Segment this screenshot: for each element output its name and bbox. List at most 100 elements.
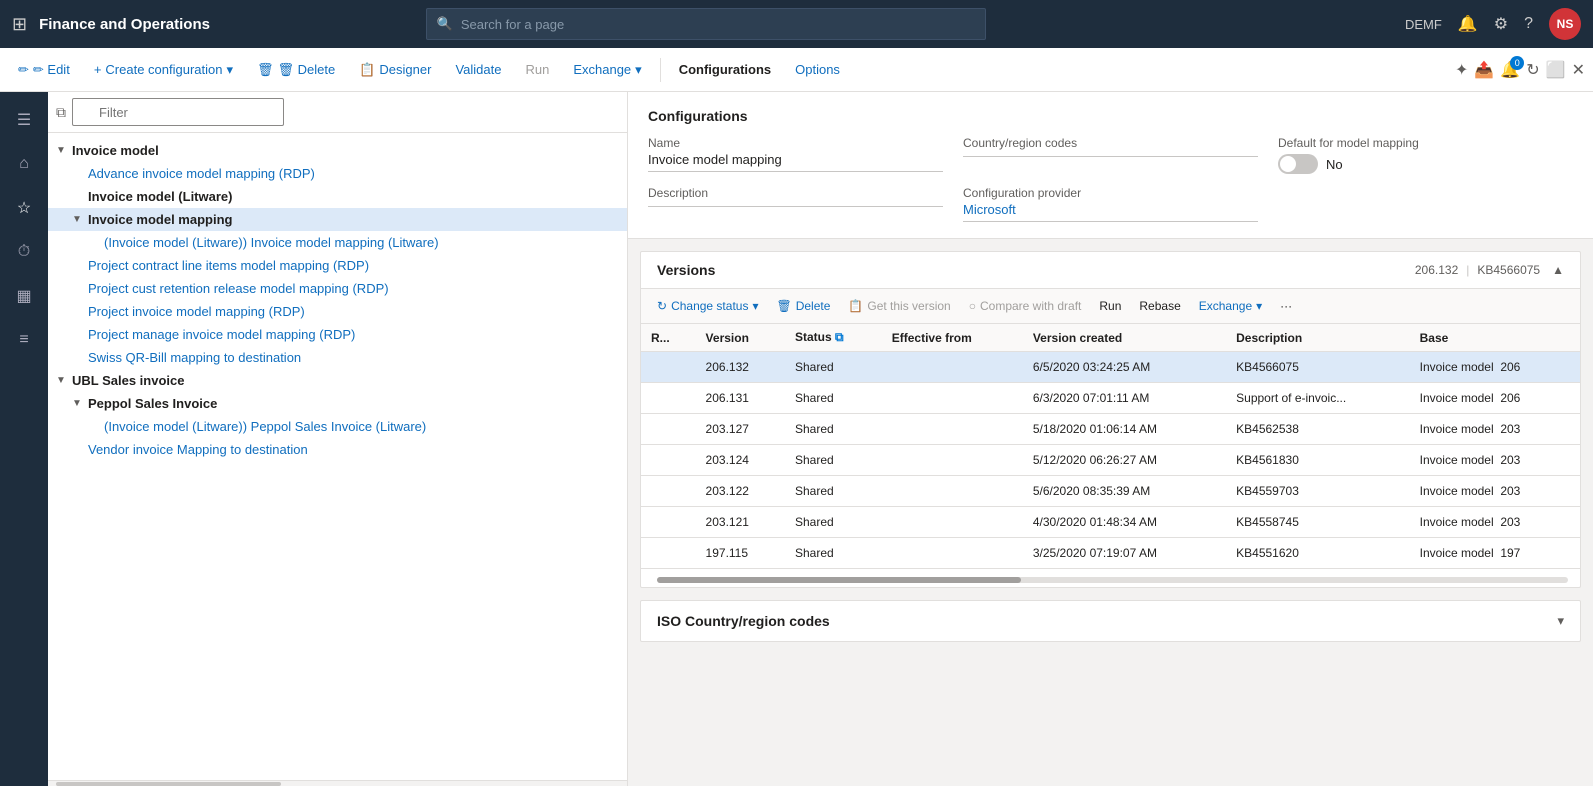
tree-item-label: Vendor invoice Mapping to destination (88, 442, 308, 457)
filter-input[interactable] (72, 98, 284, 126)
grid-icon[interactable]: ▦ (4, 276, 44, 316)
rebase-button[interactable]: Rebase (1131, 295, 1188, 317)
get-version-button[interactable]: 📋 Get this version (840, 295, 958, 317)
edit-button[interactable]: ✏ ✏ Edit (8, 58, 80, 82)
cell-desc: KB4558745 (1226, 507, 1409, 538)
versions-delete-button[interactable]: 🗑 Delete (768, 295, 838, 317)
provider-value[interactable]: Microsoft (963, 202, 1258, 222)
default-toggle[interactable] (1278, 154, 1318, 174)
create-config-button[interactable]: + Create configuration ▾ (84, 58, 243, 82)
run-button[interactable]: Run (515, 58, 559, 81)
configurations-button[interactable]: Configurations (669, 58, 781, 81)
base-link[interactable]: Invoice model (1420, 360, 1494, 374)
designer-label: Designer (379, 62, 431, 77)
cell-r (641, 476, 696, 507)
change-status-button[interactable]: ↻ Change status ▾ (649, 295, 766, 317)
cell-version: 206.132 (696, 352, 785, 383)
designer-button[interactable]: 📋 Designer (349, 58, 441, 82)
avatar[interactable]: NS (1549, 8, 1581, 40)
tree-item-label: Invoice model (72, 143, 159, 158)
list-icon[interactable]: ≡ (4, 320, 44, 360)
notification-badge[interactable]: 🔔 0 (1500, 60, 1520, 80)
compare-draft-button[interactable]: ○ Compare with draft (961, 295, 1090, 317)
tree-item-vendor[interactable]: Vendor invoice Mapping to destination (48, 438, 627, 461)
versions-toolbar: ↻ Change status ▾ 🗑 Delete 📋 Get this ve… (641, 289, 1580, 324)
versions-exchange-button[interactable]: Exchange ▾ (1191, 295, 1270, 317)
table-row[interactable]: 203.121 Shared 4/30/2020 01:48:34 AM KB4… (641, 507, 1580, 538)
options-button[interactable]: Options (785, 58, 850, 81)
delete-icon: 🗑 (257, 62, 274, 78)
table-row[interactable]: 203.122 Shared 5/6/2020 08:35:39 AM KB45… (641, 476, 1580, 507)
chevron-down-icon: ▾ (226, 62, 233, 78)
name-field-group: Name Invoice model mapping (648, 136, 943, 174)
help-icon[interactable]: ? (1524, 15, 1533, 33)
search-bar[interactable]: 🔍 (426, 8, 986, 40)
validate-button[interactable]: Validate (445, 58, 511, 81)
tree-item-swiss[interactable]: Swiss QR-Bill mapping to destination (48, 346, 627, 369)
table-row[interactable]: 206.132 Shared 6/5/2020 03:24:25 AM KB45… (641, 352, 1580, 383)
tree-item-ubl[interactable]: ▼ UBL Sales invoice (48, 369, 627, 392)
tree-item-project-cust[interactable]: Project cust retention release model map… (48, 277, 627, 300)
versions-run-button[interactable]: Run (1091, 295, 1129, 317)
close-icon[interactable]: ✕ (1572, 60, 1585, 80)
compare-icon: ○ (969, 299, 976, 313)
country-field-group: Country/region codes (963, 136, 1258, 174)
tree-item-label: Project contract line items model mappin… (88, 258, 369, 273)
cell-status: Shared (785, 383, 882, 414)
cell-r (641, 414, 696, 445)
personalize-icon[interactable]: ✦ (1455, 60, 1468, 80)
search-input[interactable] (461, 17, 975, 32)
notification-icon[interactable]: 🔔 (1458, 14, 1478, 34)
exchange-button[interactable]: Exchange ▾ (563, 58, 651, 82)
cell-r (641, 383, 696, 414)
cell-status: Shared (785, 414, 882, 445)
table-row[interactable]: 203.127 Shared 5/18/2020 01:06:14 AM KB4… (641, 414, 1580, 445)
tree-item-invoice-mapping[interactable]: ▼ Invoice model mapping (48, 208, 627, 231)
cell-created: 5/12/2020 06:26:27 AM (1023, 445, 1226, 476)
settings-icon[interactable]: ⚙ (1494, 14, 1508, 34)
filter-icon[interactable]: ⧉ (56, 104, 66, 121)
horizontal-scrollbar[interactable] (641, 569, 1580, 587)
cell-desc: KB4561830 (1226, 445, 1409, 476)
table-row[interactable]: 206.131 Shared 6/3/2020 07:01:11 AM Supp… (641, 383, 1580, 414)
tree-item-project-manage[interactable]: Project manage invoice model mapping (RD… (48, 323, 627, 346)
refresh-icon[interactable]: ↻ (1526, 60, 1539, 80)
tree-item-advance[interactable]: Advance invoice model mapping (RDP) (48, 162, 627, 185)
scrollbar-thumb (657, 577, 1021, 583)
chevron-down-icon: ▼ (72, 398, 88, 409)
col-created: Version created (1023, 324, 1226, 352)
action-bar-right: ✦ 📤 🔔 0 ↻ ⬜ ✕ (1455, 60, 1585, 80)
app-grid-icon[interactable]: ⊞ (12, 14, 27, 35)
chevron-down-icon: ▾ (752, 299, 758, 313)
star-icon[interactable]: ☆ (4, 188, 44, 228)
iso-chevron-icon[interactable]: ▾ (1557, 613, 1564, 629)
tree-item-litware[interactable]: Invoice model (Litware) (48, 185, 627, 208)
scrollbar-track (657, 577, 1568, 583)
cell-version: 197.115 (696, 538, 785, 569)
table-row[interactable]: 203.124 Shared 5/12/2020 06:26:27 AM KB4… (641, 445, 1580, 476)
tree-item-peppol-litware[interactable]: (Invoice model (Litware)) Peppol Sales I… (48, 415, 627, 438)
designer-icon: 📋 (359, 62, 375, 78)
open-in-new-icon[interactable]: 📤 (1474, 60, 1494, 80)
hamburger-icon[interactable]: ☰ (4, 100, 44, 140)
delete-button[interactable]: 🗑 🗑 Delete (247, 58, 345, 82)
clock-icon[interactable]: ⏱ (4, 232, 44, 272)
versions-run-label: Run (1099, 299, 1121, 313)
tree-item-project-contract[interactable]: Project contract line items model mappin… (48, 254, 627, 277)
tree-item-peppol[interactable]: ▼ Peppol Sales Invoice (48, 392, 627, 415)
tree-item-project-invoice[interactable]: Project invoice model mapping (RDP) (48, 300, 627, 323)
versions-collapse-icon[interactable]: ▲ (1552, 263, 1564, 277)
more-button[interactable]: ··· (1272, 295, 1300, 317)
cell-status: Shared (785, 476, 882, 507)
exchange-label: Exchange (573, 62, 631, 77)
cell-effective (882, 414, 1023, 445)
versions-table: R... Version Status ⧉ Effective from Ver… (641, 324, 1580, 569)
tree-item-invoice-model[interactable]: ▼ Invoice model (48, 139, 627, 162)
filter-icon[interactable]: ⧉ (835, 330, 844, 344)
home-icon[interactable]: ⌂ (4, 144, 44, 184)
cell-created: 6/3/2020 07:01:11 AM (1023, 383, 1226, 414)
expand-icon[interactable]: ⬜ (1546, 60, 1566, 80)
tree-item-litware-mapping[interactable]: (Invoice model (Litware)) Invoice model … (48, 231, 627, 254)
table-row[interactable]: 197.115 Shared 3/25/2020 07:19:07 AM KB4… (641, 538, 1580, 569)
iso-title: ISO Country/region codes (657, 613, 1557, 629)
